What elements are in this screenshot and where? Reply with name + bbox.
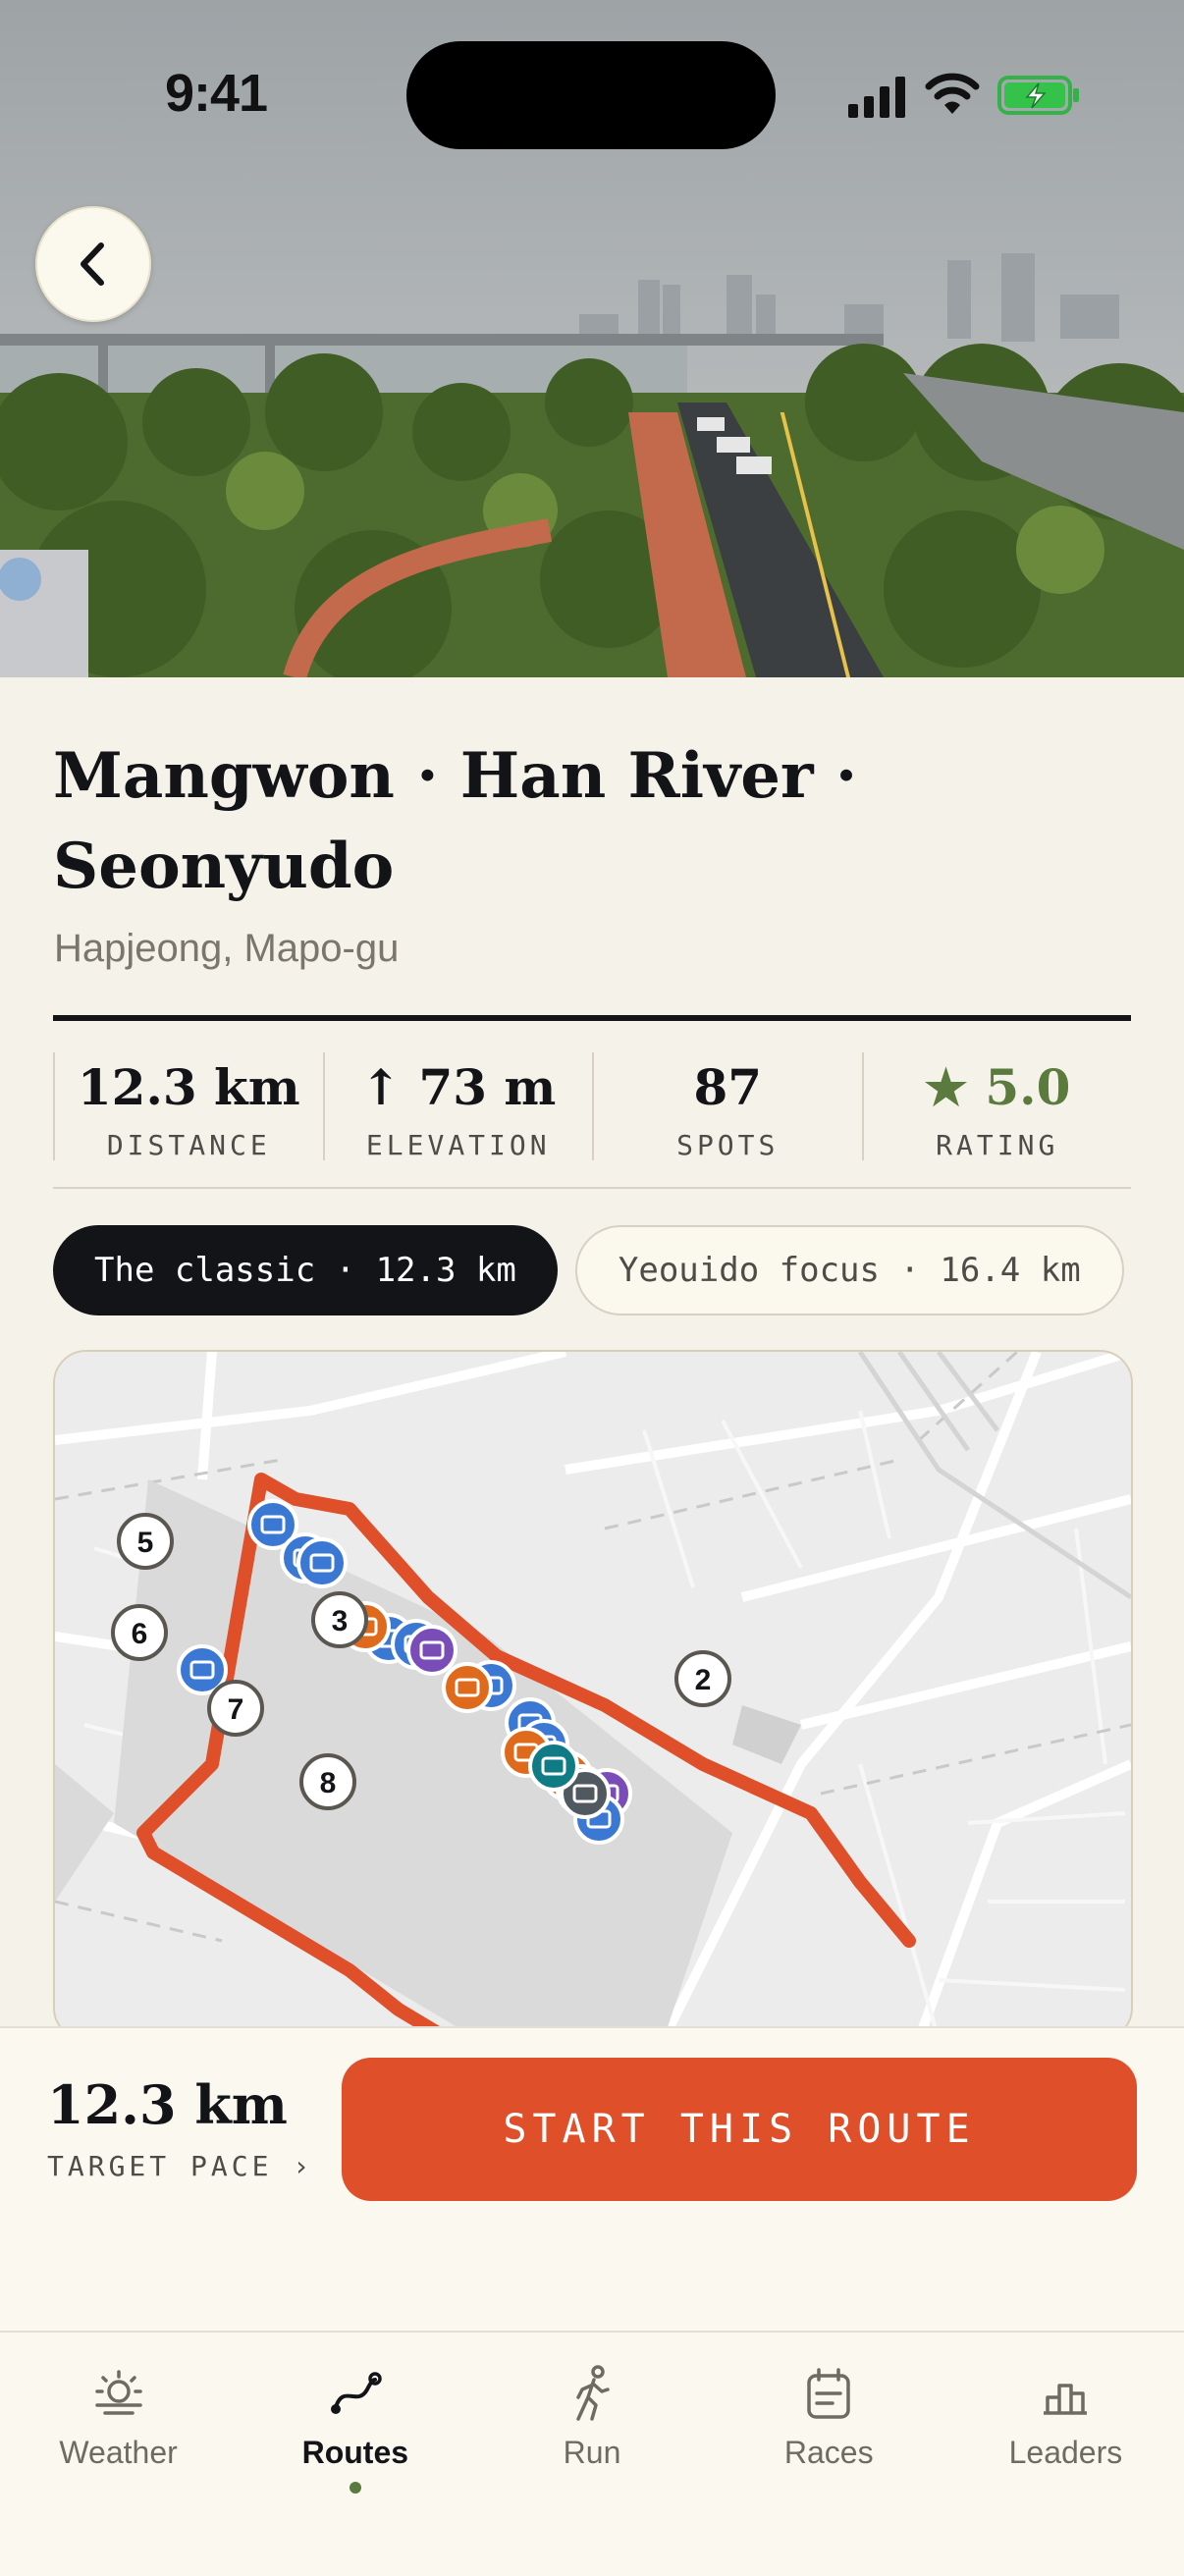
poi-marker[interactable] bbox=[442, 1662, 493, 1713]
stat-value: ↑ 73 m bbox=[360, 1058, 557, 1116]
tab-label: Races bbox=[783, 2435, 874, 2470]
route-title: Mangwon · Han River · Seonyudo bbox=[53, 739, 858, 903]
km-marker-label: 5 bbox=[137, 1527, 154, 1559]
stat-distance: 12.3 km DISTANCE bbox=[53, 1052, 323, 1161]
tab-routes[interactable]: Routes bbox=[237, 2333, 473, 2576]
stat-label: ELEVATION bbox=[365, 1129, 551, 1161]
poi-marker[interactable] bbox=[406, 1625, 457, 1676]
route-map[interactable]: 2 3 5 6 7 8 bbox=[53, 1350, 1133, 2041]
calendar-icon bbox=[807, 2368, 850, 2419]
stat-spots: 87 SPOTS bbox=[592, 1052, 862, 1161]
km-marker-label: 8 bbox=[320, 1767, 337, 1799]
bar-chart-icon bbox=[1044, 2384, 1088, 2415]
tab-label: Routes bbox=[301, 2435, 409, 2470]
km-marker-label: 2 bbox=[695, 1664, 712, 1696]
stat-label: SPOTS bbox=[676, 1129, 780, 1161]
poi-marker[interactable] bbox=[528, 1741, 579, 1792]
chevron-left-icon bbox=[81, 242, 104, 286]
route-location: Hapjeong, Mapo-gu bbox=[54, 927, 400, 970]
route-icon bbox=[330, 2372, 382, 2414]
target-pace-link[interactable]: TARGET PACE › bbox=[47, 2150, 313, 2182]
chip-the-classic[interactable]: The classic · 12.3 km bbox=[53, 1225, 558, 1315]
cta-distance: 12.3 km bbox=[47, 2073, 288, 2136]
route-variant-chips: The classic · 12.3 km Yeouido focus · 16.… bbox=[53, 1225, 1131, 1319]
status-time: 9:41 bbox=[165, 64, 268, 123]
sun-horizon-icon bbox=[94, 2370, 142, 2415]
tab-leaders[interactable]: Leaders bbox=[947, 2333, 1184, 2576]
stat-elevation: ↑ 73 m ELEVATION bbox=[322, 1052, 593, 1161]
stat-value: 87 bbox=[693, 1058, 763, 1116]
tab-label: Leaders bbox=[1008, 2435, 1123, 2470]
stat-rating: ★ 5.0 RATING bbox=[861, 1052, 1132, 1161]
stats-row: 12.3 km DISTANCE ↑ 73 m ELEVATION 87 SPO… bbox=[53, 1052, 1132, 1161]
tab-bar: Weather Routes Run Races Leaders bbox=[0, 2331, 1184, 2576]
km-marker-label: 7 bbox=[228, 1693, 244, 1726]
chip-yeouido-focus[interactable]: Yeouido focus · 16.4 km bbox=[574, 1225, 1124, 1315]
tab-weather[interactable]: Weather bbox=[0, 2333, 237, 2576]
km-marker-label: 3 bbox=[332, 1605, 349, 1637]
back-button[interactable] bbox=[35, 206, 151, 322]
dynamic-island bbox=[406, 41, 776, 149]
start-route-button[interactable]: START THIS ROUTE bbox=[342, 2058, 1137, 2201]
km-marker-label: 6 bbox=[132, 1618, 148, 1650]
runner-icon bbox=[576, 2365, 610, 2421]
wifi-icon bbox=[925, 73, 980, 114]
tab-races[interactable]: Races bbox=[711, 2333, 947, 2576]
divider bbox=[53, 1015, 1131, 1021]
stat-value: 12.3 km bbox=[77, 1058, 300, 1116]
battery-charging-icon bbox=[997, 76, 1079, 115]
cellular-signal-icon bbox=[848, 77, 905, 118]
active-tab-indicator bbox=[349, 2482, 361, 2494]
tab-run[interactable]: Run bbox=[473, 2333, 710, 2576]
divider bbox=[53, 1187, 1131, 1189]
tab-label: Run bbox=[563, 2435, 621, 2470]
stat-label: DISTANCE bbox=[106, 1129, 271, 1161]
tab-label: Weather bbox=[59, 2435, 178, 2470]
stat-value: ★ 5.0 bbox=[924, 1058, 1071, 1116]
stat-label: RATING bbox=[936, 1129, 1059, 1161]
poi-marker[interactable] bbox=[296, 1537, 348, 1588]
status-bar: 9:41 bbox=[0, 0, 1184, 187]
